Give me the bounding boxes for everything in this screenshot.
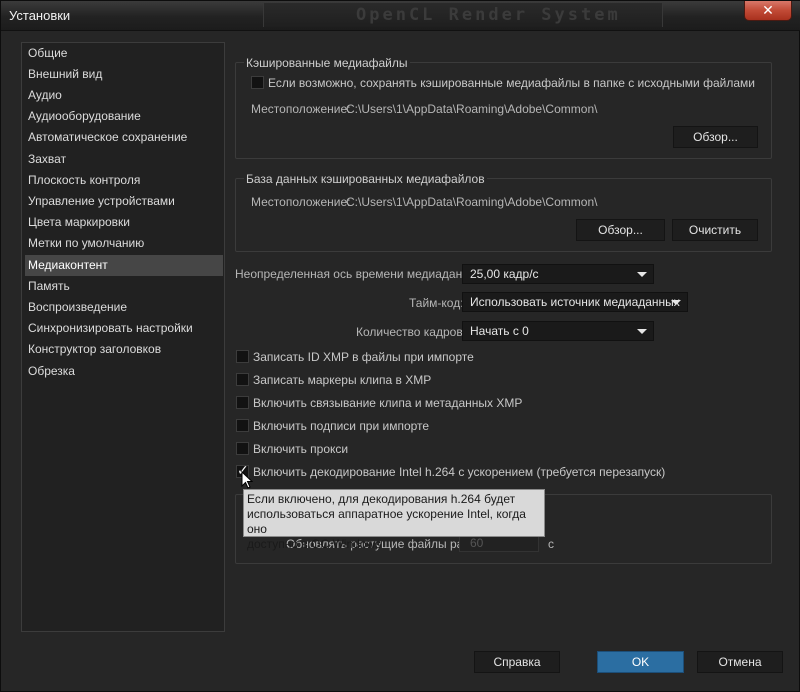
timebase-select[interactable]: 25,00 кадр/с bbox=[462, 264, 654, 284]
enable-proxies-label: Включить прокси bbox=[253, 442, 349, 456]
enable-proxies-checkbox[interactable] bbox=[236, 442, 249, 455]
timebase-value: 25,00 кадр/с bbox=[470, 267, 539, 281]
cached-media-title: Кэшированные медиафайлы bbox=[244, 56, 410, 70]
chevron-down-icon bbox=[637, 329, 647, 334]
write-xmp-id-checkbox[interactable] bbox=[236, 350, 249, 363]
save-near-originals-checkbox[interactable] bbox=[251, 76, 264, 89]
write-xmp-id-label: Записать ID XMP в файлы при импорте bbox=[253, 350, 474, 364]
tooltip-line-3: доступно в ОС Windows bbox=[247, 537, 382, 551]
cancel-button[interactable]: Отмена bbox=[697, 651, 783, 673]
intel-h264-label: Включить декодирование Intel h.264 с уск… bbox=[253, 465, 666, 479]
tooltip-line-1: Если включено, для декодирования h.264 б… bbox=[247, 492, 516, 506]
growing-files-unit: с bbox=[548, 537, 554, 551]
sidebar-item-audio-hardware[interactable]: Аудиооборудование bbox=[25, 106, 223, 127]
window-title: Установки bbox=[9, 8, 71, 23]
sidebar-item-label-defaults[interactable]: Метки по умолчанию bbox=[25, 233, 223, 254]
frame-count-label: Количество кадров: bbox=[356, 325, 467, 339]
timecode-value: Использовать источник медиаданных bbox=[470, 295, 680, 309]
write-clip-markers-label: Записать маркеры клипа в XMP bbox=[253, 373, 432, 387]
sidebar-item-control-surface[interactable]: Плоскость контроля bbox=[25, 170, 223, 191]
clip-xmp-linking-label: Включить связывание клипа и метаданных X… bbox=[253, 396, 523, 410]
sidebar-item-sync-settings[interactable]: Синхронизировать настройки bbox=[25, 318, 223, 339]
sidebar-item-auto-save[interactable]: Автоматическое сохранение bbox=[25, 127, 223, 148]
sidebar-item-capture[interactable]: Захват bbox=[25, 149, 223, 170]
preferences-sidebar: Общие Внешний вид Аудио Аудиооборудовани… bbox=[21, 42, 225, 632]
close-button[interactable]: ✕ bbox=[744, 1, 792, 21]
tooltip-line-2: использоваться аппаратное ускорение Inte… bbox=[247, 507, 526, 536]
cache-db-location-path: C:\Users\1\AppData\Roaming\Adobe\Common\ bbox=[346, 195, 598, 209]
write-clip-markers-checkbox[interactable] bbox=[236, 373, 249, 386]
sidebar-item-media[interactable]: Медиаконтент bbox=[25, 255, 223, 276]
close-icon: ✕ bbox=[762, 2, 774, 18]
sidebar-item-trim[interactable]: Обрезка bbox=[25, 361, 223, 382]
timecode-label: Тайм-код: bbox=[409, 296, 464, 310]
intel-h264-tooltip: Если включено, для декодирования h.264 б… bbox=[243, 489, 545, 551]
sidebar-item-titler[interactable]: Конструктор заголовков bbox=[25, 339, 223, 360]
sidebar-item-memory[interactable]: Память bbox=[25, 276, 223, 297]
cached-media-browse-button[interactable]: Обзор... bbox=[673, 126, 758, 148]
cached-media-location-path: C:\Users\1\AppData\Roaming\Adobe\Common\ bbox=[346, 102, 598, 116]
cache-db-browse-button[interactable]: Обзор... bbox=[576, 219, 665, 241]
cached-media-location-label: Местоположение: bbox=[251, 102, 351, 116]
title-decoration: OpenCL Render System bbox=[263, 3, 663, 27]
cache-db-clean-button[interactable]: Очистить bbox=[672, 219, 758, 241]
sidebar-item-audio[interactable]: Аудио bbox=[25, 85, 223, 106]
save-near-originals-label: Если возможно, сохранять кэшированные ме… bbox=[268, 76, 755, 90]
timebase-label: Неопределенная ось времени медиаданных: bbox=[235, 267, 487, 281]
frame-count-select[interactable]: Начать с 0 bbox=[462, 321, 654, 341]
mouse-cursor-icon bbox=[241, 471, 254, 489]
help-button[interactable]: Справка bbox=[474, 651, 560, 673]
ok-button[interactable]: OK bbox=[597, 651, 684, 673]
import-captions-checkbox[interactable] bbox=[236, 419, 249, 432]
cache-db-title: База данных кэшированных медиафайлов bbox=[244, 172, 487, 186]
frame-count-value: Начать с 0 bbox=[470, 324, 529, 338]
sidebar-item-appearance[interactable]: Внешний вид bbox=[25, 64, 223, 85]
import-captions-label: Включить подписи при импорте bbox=[253, 419, 430, 433]
cache-db-location-label: Местоположение: bbox=[251, 195, 351, 209]
sidebar-item-general[interactable]: Общие bbox=[25, 43, 223, 64]
sidebar-item-device-control[interactable]: Управление устройствами bbox=[25, 191, 223, 212]
clip-xmp-linking-checkbox[interactable] bbox=[236, 396, 249, 409]
title-bar[interactable]: Установки OpenCL Render System ✕ bbox=[1, 1, 800, 31]
sidebar-item-label-colors[interactable]: Цвета маркировки bbox=[25, 212, 223, 233]
chevron-down-icon bbox=[671, 300, 681, 305]
chevron-down-icon bbox=[637, 272, 647, 277]
preferences-window: Установки OpenCL Render System ✕ Общие В… bbox=[0, 0, 800, 692]
sidebar-item-playback[interactable]: Воспроизведение bbox=[25, 297, 223, 318]
timecode-select[interactable]: Использовать источник медиаданных bbox=[462, 292, 688, 312]
